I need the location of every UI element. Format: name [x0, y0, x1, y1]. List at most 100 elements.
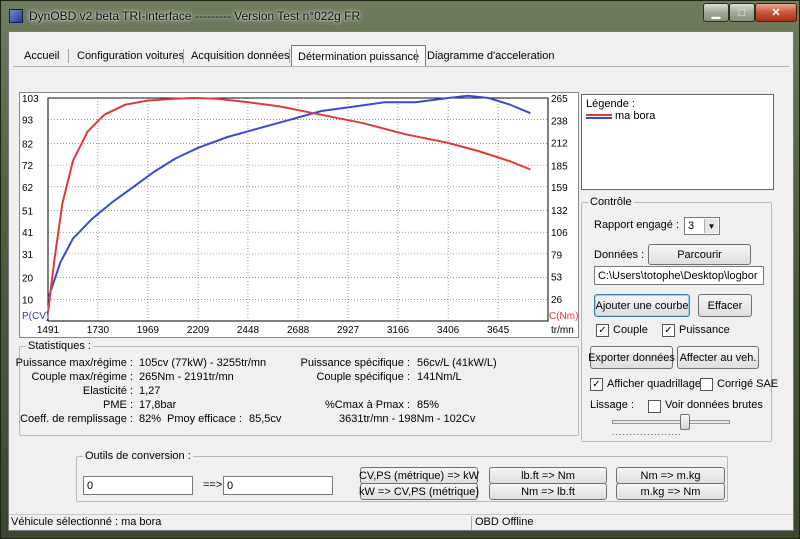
lissage-slider-track[interactable]	[612, 420, 730, 424]
x-tick-label: 3645	[487, 325, 510, 336]
ajouter-courbe-button[interactable]: Ajouter une courbe	[594, 294, 690, 317]
corrige-sae-checkbox[interactable]	[700, 378, 713, 391]
y-right-axis-label: C(Nm)	[549, 311, 578, 322]
minimize-button[interactable]: ▁	[703, 3, 729, 22]
status-bar: Véhicule sélectionné : ma bora OBD Offli…	[9, 514, 793, 530]
y-right-tick-label: 53	[551, 272, 563, 283]
statistiques-group: Statistiques : Puissance max/régime : 10…	[15, 340, 579, 436]
puissance-max-value: 105cv (77kW) - 3255tr/mn	[139, 357, 267, 369]
outils-conversion-group: Outils de conversion : 0 ==> 0 CV,PS (mé…	[76, 450, 728, 502]
rapport-value: 3	[688, 220, 695, 232]
tab-strip: Accueil Configuration voitures Acquisiti…	[9, 45, 793, 67]
power-torque-chart: 1491 1730 1969 2209 2448 2688 2927 3166 3406 3645…	[19, 92, 579, 338]
exporter-donnees-button[interactable]: Exporter données	[588, 346, 675, 369]
lissage-ticks: ....................	[612, 427, 683, 437]
voir-brutes-checkbox[interactable]	[648, 400, 661, 413]
pme-value: 17,8bar	[139, 399, 177, 411]
nm-to-mkg-button[interactable]: Nm => m.kg	[616, 467, 725, 484]
tab-diagramme-acceleration[interactable]: Diagramme d'acceleration	[420, 45, 561, 67]
mkg-to-nm-button[interactable]: m.kg => Nm	[616, 483, 725, 500]
x-tick-label: 1969	[137, 325, 160, 336]
quadrillage-label: Afficher quadrillage	[607, 378, 701, 390]
close-button[interactable]: ✕	[755, 3, 797, 22]
tab-configuration-voitures[interactable]: Configuration voitures	[70, 45, 191, 67]
x-tick-label: 1491	[37, 325, 60, 336]
elasticite-label: Elasticité :	[82, 385, 133, 397]
puissance-specifique-label: Puissance spécifique :	[300, 357, 410, 369]
y-right-tick-label: 238	[551, 117, 568, 128]
couple-label: Couple	[613, 324, 648, 336]
couple-specifique-label: Couple spécifique :	[316, 371, 410, 383]
puissance-specifique-value: 56cv/L (41kW/L)	[417, 357, 497, 369]
y-left-tick-label: 20	[22, 274, 34, 285]
statistiques-group-label: Statistiques :	[26, 340, 93, 352]
tab-panel-border	[13, 66, 789, 67]
title-bar[interactable]: DynOBD v2 beta TRI-interface --------- V…	[1, 1, 799, 31]
cmax-pmax-value: 85%	[417, 399, 440, 411]
coeff-remplissage-label: Coeff. de remplissage :	[20, 413, 133, 425]
app-icon	[9, 9, 23, 23]
y-right-tick-label: 159	[551, 183, 568, 194]
affecter-vehicule-button[interactable]: Affecter au veh.	[677, 346, 759, 369]
elasticite-value: 1,27	[139, 385, 161, 397]
pmoy-efficace-value: 85,5cv	[249, 413, 282, 425]
conversion-input-right[interactable]: 0	[223, 476, 333, 495]
chart-svg: 1491 1730 1969 2209 2448 2688 2927 3166 3406 3645…	[22, 94, 578, 336]
lissage-label: Lissage :	[590, 399, 635, 411]
tab-separator	[68, 49, 69, 63]
y-left-tick-label: 82	[22, 139, 34, 150]
puissance-checkbox[interactable]: ✓	[662, 324, 675, 337]
y-right-tick-label: 132	[551, 206, 568, 217]
y-right-tick-label: 212	[551, 139, 568, 150]
donnees-label: Données :	[594, 249, 645, 261]
x-tick-label: 2688	[287, 325, 310, 336]
quadrillage-checkbox[interactable]: ✓	[590, 378, 603, 391]
y-right-tick-label: 265	[551, 94, 568, 105]
app-window: DynOBD v2 beta TRI-interface --------- V…	[0, 0, 800, 539]
x-tick-label: 3406	[437, 325, 460, 336]
couple-specifique-value: 141Nm/L	[417, 371, 462, 383]
lbft-to-nm-button[interactable]: lb.ft => Nm	[489, 467, 607, 484]
cmax-pmax-detail: 3631tr/mn - 198Nm - 102Cv	[339, 413, 476, 425]
kw-to-cv-button[interactable]: kW => CV,PS (métrique)	[359, 483, 479, 500]
effacer-button[interactable]: Effacer	[698, 294, 752, 317]
y-right-tick-label: 185	[551, 161, 568, 172]
tab-acquisition-donnees[interactable]: Acquisition données	[184, 45, 296, 67]
puissance-max-label: Puissance max/régime :	[15, 357, 133, 369]
y-left-tick-label: 93	[22, 116, 34, 127]
voir-brutes-label: Voir données brutes	[665, 399, 763, 411]
y-left-tick-label: 103	[22, 94, 39, 105]
y-left-axis-label: P(CV)	[22, 311, 49, 322]
cv-to-kw-button[interactable]: CV,PS (métrique) => kW	[359, 467, 479, 484]
y-left-tick-label: 51	[22, 207, 34, 218]
conversion-input-left[interactable]: 0	[83, 476, 193, 495]
puissance-label: Puissance	[679, 324, 730, 336]
tab-accueil[interactable]: Accueil	[17, 45, 66, 67]
y-left-tick-label: 10	[22, 295, 34, 306]
client-area: Accueil Configuration voitures Acquisiti…	[8, 31, 794, 531]
legend-swatch-blue	[586, 117, 612, 119]
y-right-tick-label: 26	[551, 295, 563, 306]
y-right-tick-label: 79	[551, 251, 563, 262]
nm-to-lbft-button[interactable]: Nm => lb.ft	[489, 483, 607, 500]
couple-checkbox[interactable]: ✓	[596, 324, 609, 337]
tab-determination-puissance[interactable]: Détermination puissance	[291, 45, 427, 67]
corrige-sae-label: Corrigé SAE	[717, 378, 779, 390]
tab-separator	[289, 49, 290, 63]
rapport-select[interactable]: 3 ▼	[684, 217, 720, 235]
cmax-pmax-label: %Cmax à Pmax :	[325, 399, 410, 411]
chevron-down-icon[interactable]: ▼	[704, 219, 718, 233]
legend-swatch-red	[586, 114, 612, 116]
tab-separator	[416, 49, 417, 63]
x-tick-label: 2209	[187, 325, 210, 336]
data-path-input[interactable]: C:\Users\totophe\Desktop\logbor	[594, 266, 764, 285]
pme-label: PME :	[103, 399, 133, 411]
y-left-tick-label: 72	[22, 161, 34, 172]
maximize-button[interactable]: □	[729, 3, 755, 22]
controle-group-label: Contrôle	[588, 196, 634, 208]
parcourir-button[interactable]: Parcourir	[648, 244, 751, 265]
x-tick-label: 1730	[87, 325, 110, 336]
y-left-tick-label: 41	[22, 228, 34, 239]
legend-title: Légende :	[586, 98, 635, 110]
window-title: DynOBD v2 beta TRI-interface --------- V…	[29, 9, 361, 23]
